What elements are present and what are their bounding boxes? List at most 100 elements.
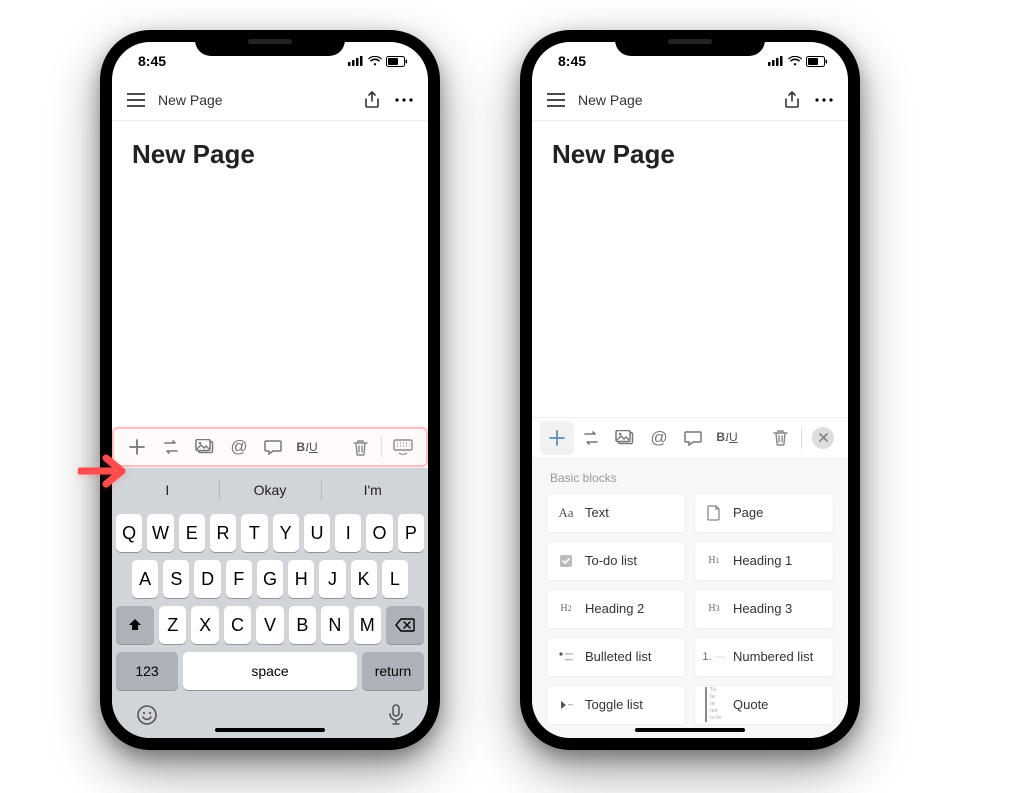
format-toolbar: @ BIU (112, 426, 428, 468)
return-key[interactable]: return (362, 652, 424, 690)
keyboard-suggestions: I Okay I'm (116, 474, 424, 506)
nav-bar: New Page (532, 80, 848, 121)
block-label: Heading 1 (733, 553, 792, 568)
image-icon[interactable] (188, 430, 222, 464)
comment-icon[interactable] (676, 421, 710, 455)
block-option-page[interactable]: Page (694, 493, 834, 533)
key-m[interactable]: M (354, 606, 381, 644)
nav-title: New Page (578, 92, 770, 108)
more-icon[interactable] (814, 90, 834, 110)
quote-icon: To beor notto be (705, 696, 723, 714)
page-content[interactable]: New Page (112, 121, 428, 426)
suggestion-item[interactable]: I'm (321, 474, 424, 506)
block-option-text[interactable]: Aa Text (546, 493, 686, 533)
key-u[interactable]: U (304, 514, 330, 552)
block-option-bulleted-list[interactable]: Bulleted list (546, 637, 686, 677)
key-i[interactable]: I (335, 514, 361, 552)
share-icon[interactable] (362, 90, 382, 110)
numbers-key[interactable]: 123 (116, 652, 178, 690)
key-e[interactable]: E (179, 514, 205, 552)
key-k[interactable]: K (351, 560, 377, 598)
share-icon[interactable] (782, 90, 802, 110)
battery-icon (806, 56, 828, 67)
block-option-numbered-list[interactable]: 1. —Numbered list (694, 637, 834, 677)
shift-key[interactable] (116, 606, 154, 644)
nav-title: New Page (158, 92, 350, 108)
keyboard[interactable]: I Okay I'm QWERTYUIOP ASDFGHJKL ZXCVBNM (112, 468, 428, 738)
page-content[interactable]: New Page (532, 121, 848, 417)
space-key[interactable]: space (183, 652, 357, 690)
key-w[interactable]: W (147, 514, 173, 552)
turn-into-icon[interactable] (574, 421, 608, 455)
key-n[interactable]: N (321, 606, 348, 644)
key-g[interactable]: G (257, 560, 283, 598)
key-h[interactable]: H (288, 560, 314, 598)
page-title[interactable]: New Page (552, 139, 828, 170)
image-icon[interactable] (608, 421, 642, 455)
delete-icon[interactable] (343, 430, 377, 464)
emoji-key[interactable] (136, 704, 158, 726)
menu-icon[interactable] (546, 90, 566, 110)
block-label: To-do list (585, 553, 637, 568)
blocks-header: Basic blocks (550, 471, 830, 485)
add-block-button[interactable] (540, 421, 574, 455)
block-option-toggle-list[interactable]: Toggle list (546, 685, 686, 725)
block-option-heading-2[interactable]: H2 Heading 2 (546, 589, 686, 629)
1.-icon: 1. — (705, 648, 723, 666)
Aa-icon: Aa (557, 504, 575, 522)
key-j[interactable]: J (319, 560, 345, 598)
delete-icon[interactable] (763, 421, 797, 455)
bullet-icon (557, 648, 575, 666)
key-s[interactable]: S (163, 560, 189, 598)
mention-icon[interactable]: @ (222, 430, 256, 464)
close-panel-button[interactable] (806, 421, 840, 455)
key-d[interactable]: D (194, 560, 220, 598)
mention-icon[interactable]: @ (642, 421, 676, 455)
home-indicator[interactable] (635, 728, 745, 732)
status-time: 8:45 (558, 53, 586, 69)
page-title[interactable]: New Page (132, 139, 408, 170)
more-icon[interactable] (394, 90, 414, 110)
key-q[interactable]: Q (116, 514, 142, 552)
backspace-key[interactable] (386, 606, 424, 644)
key-f[interactable]: F (226, 560, 252, 598)
suggestion-item[interactable]: I (116, 474, 219, 506)
turn-into-icon[interactable] (154, 430, 188, 464)
H2-icon: H2 (557, 600, 575, 618)
key-o[interactable]: O (366, 514, 392, 552)
home-indicator[interactable] (215, 728, 325, 732)
key-x[interactable]: X (191, 606, 218, 644)
dismiss-keyboard-icon[interactable] (386, 430, 420, 464)
text-style-icon[interactable]: BIU (710, 421, 744, 455)
block-option-heading-1[interactable]: H1Heading 1 (694, 541, 834, 581)
key-v[interactable]: V (256, 606, 283, 644)
phone-left: 8:45 New Page New (100, 30, 440, 750)
block-option-quote[interactable]: To beor notto beQuote (694, 685, 834, 725)
menu-icon[interactable] (126, 90, 146, 110)
dictation-key[interactable] (388, 704, 404, 726)
text-style-icon[interactable]: BIU (290, 430, 324, 464)
notch (195, 30, 345, 56)
todo-icon (557, 552, 575, 570)
key-r[interactable]: R (210, 514, 236, 552)
key-p[interactable]: P (398, 514, 424, 552)
block-label: Toggle list (585, 697, 643, 712)
wifi-icon (788, 56, 802, 66)
comment-icon[interactable] (256, 430, 290, 464)
block-option-heading-3[interactable]: H3Heading 3 (694, 589, 834, 629)
block-label: Heading 2 (585, 601, 644, 616)
key-y[interactable]: Y (273, 514, 299, 552)
key-l[interactable]: L (382, 560, 408, 598)
nav-bar: New Page (112, 80, 428, 121)
add-block-button[interactable] (120, 430, 154, 464)
key-c[interactable]: C (224, 606, 251, 644)
suggestion-item[interactable]: Okay (219, 474, 322, 506)
block-label: Bulleted list (585, 649, 651, 664)
block-label: Text (585, 505, 609, 520)
block-option-to-do-list[interactable]: To-do list (546, 541, 686, 581)
key-b[interactable]: B (289, 606, 316, 644)
key-a[interactable]: A (132, 560, 158, 598)
key-z[interactable]: Z (159, 606, 186, 644)
key-t[interactable]: T (241, 514, 267, 552)
phone-right: 8:45 New Page New (520, 30, 860, 750)
